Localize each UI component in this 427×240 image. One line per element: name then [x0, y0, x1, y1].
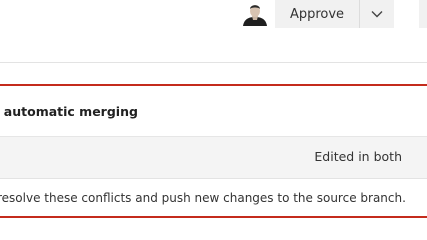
conflicts-title-row: s automatic merging — [0, 86, 427, 137]
chevron-down-icon — [371, 11, 383, 18]
merge-conflicts-panel: s automatic merging Edited in both resol… — [0, 84, 427, 218]
conflict-status: Edited in both — [314, 149, 402, 164]
approve-options-dropdown[interactable] — [360, 0, 394, 28]
conflict-instructions: resolve these conflicts and push new cha… — [0, 179, 427, 216]
conflict-file-row[interactable]: Edited in both — [0, 137, 427, 179]
conflicts-title: s automatic merging — [0, 103, 138, 119]
pr-header-bar: Approve — [0, 0, 427, 63]
pull-request-page: Approve s automatic merging Edited in bo… — [0, 0, 427, 224]
approve-button[interactable]: Approve — [275, 0, 360, 28]
overflow-button-edge[interactable] — [419, 0, 427, 28]
approve-button-group: Approve — [275, 0, 394, 28]
reviewer-avatar[interactable] — [242, 2, 268, 26]
avatar-icon — [242, 2, 268, 26]
conflict-instructions-text: resolve these conflicts and push new cha… — [0, 190, 406, 205]
